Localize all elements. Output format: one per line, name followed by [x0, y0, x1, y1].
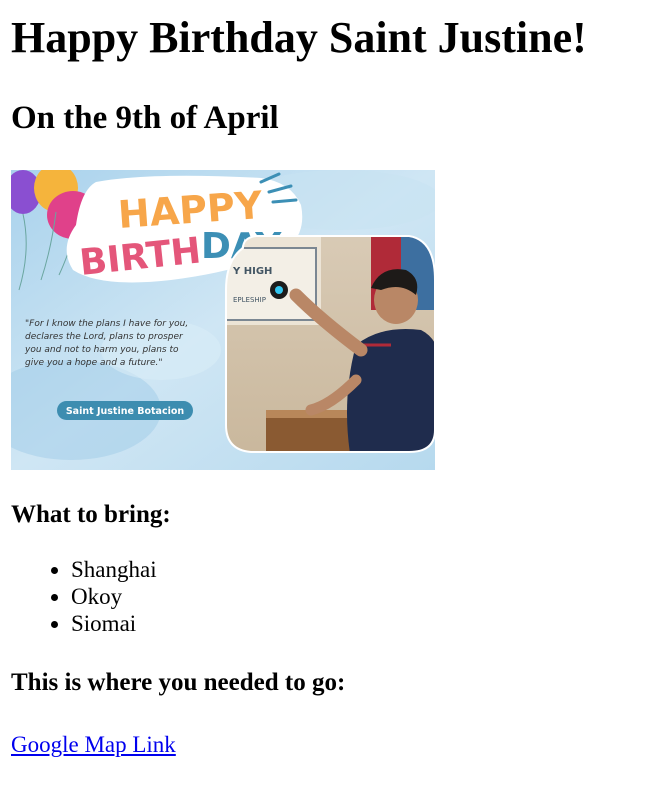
- page-subtitle: On the 9th of April: [11, 100, 279, 136]
- location-heading: This is where you needed to go:: [11, 669, 346, 696]
- svg-text:you and not to harm you, plans: you and not to harm you, plans to: [24, 345, 179, 355]
- google-map-link[interactable]: Google Map Link: [11, 732, 176, 758]
- list-item: Shanghai: [71, 556, 659, 583]
- svg-text:declares the Lord, plans to pr: declares the Lord, plans to prosper: [25, 332, 184, 342]
- list-item: Siomai: [71, 610, 659, 637]
- svg-text:give you a hope and a future.": give you a hope and a future.": [25, 358, 163, 368]
- speaker-photo: Y HIGH EPLESHIP: [226, 236, 435, 452]
- bring-list: Shanghai Okoy Siomai: [11, 556, 659, 637]
- page-title: Happy Birthday Saint Justine!: [11, 13, 587, 62]
- page-content: Happy Birthday Saint Justine! On the 9th…: [0, 10, 670, 758]
- svg-text:EPLESHIP: EPLESHIP: [233, 296, 266, 304]
- list-item: Okoy: [71, 583, 659, 610]
- svg-text:"For I know the plans I have f: "For I know the plans I have for you,: [25, 319, 188, 329]
- name-pill: Saint Justine Botacion: [57, 401, 193, 420]
- birthday-banner-image: HAPPY BIRTH DAY Y HIGH EPLESHIP "For I k…: [11, 170, 435, 470]
- what-to-bring-heading: What to bring:: [11, 501, 171, 528]
- svg-text:Y HIGH: Y HIGH: [232, 266, 272, 277]
- svg-text:Saint Justine Botacion: Saint Justine Botacion: [66, 406, 185, 417]
